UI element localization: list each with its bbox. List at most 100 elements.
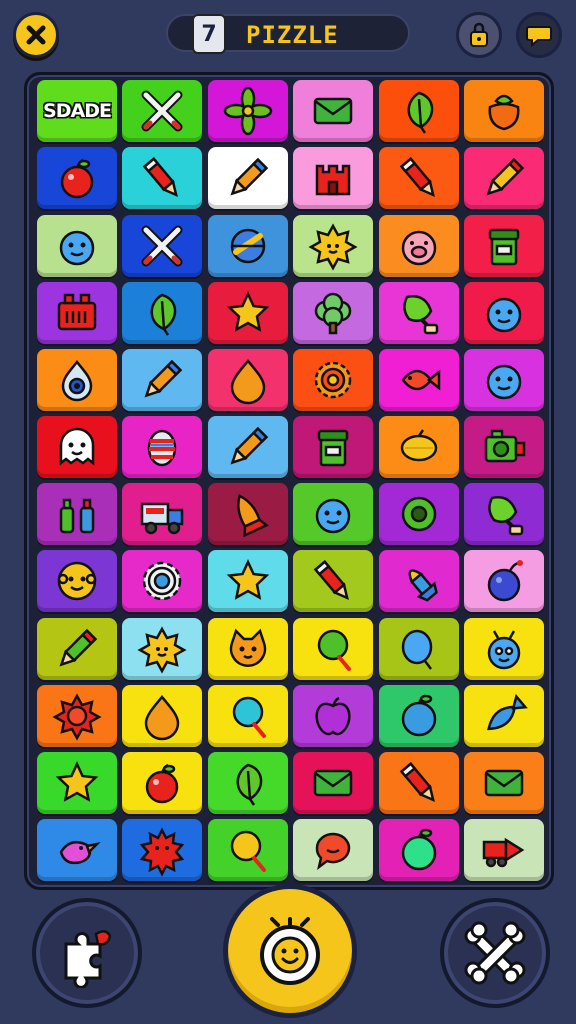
tile-orange-pencil[interactable] — [122, 349, 202, 411]
tile-leaf-cup[interactable] — [464, 483, 544, 545]
tile-blue-truck[interactable] — [122, 483, 202, 545]
tile-blue-blob[interactable] — [293, 483, 373, 545]
tile-crossed-swords[interactable] — [122, 215, 202, 277]
tile-pink-bird[interactable] — [37, 819, 117, 881]
tile-orange-fruit[interactable] — [464, 80, 544, 142]
tile-orange-gear[interactable] — [293, 349, 373, 411]
tile-orange-drop[interactable] — [208, 349, 288, 411]
close-button[interactable] — [13, 12, 59, 58]
tile-leaf-cup[interactable] — [379, 282, 459, 344]
tile-red-pencil[interactable] — [293, 550, 373, 612]
tile-green-lollipop[interactable] — [293, 618, 373, 680]
pink-bird-icon — [59, 840, 101, 865]
tile-blue-globe[interactable] — [208, 215, 288, 277]
tile-blue-blob[interactable] — [37, 215, 117, 277]
tile-yellow-sun[interactable] — [293, 215, 373, 277]
tile-yellow-sun[interactable] — [122, 618, 202, 680]
top-bar: 7 PIZZLE — [0, 0, 576, 70]
lock-button[interactable] — [456, 12, 502, 58]
red-castle-icon — [315, 164, 351, 196]
tile-green-leaf[interactable] — [122, 282, 202, 344]
tile-red-pencil[interactable] — [379, 147, 459, 209]
tile-striped-egg[interactable] — [122, 416, 202, 478]
blue-truck-icon — [140, 502, 184, 535]
tile-brush-rocket[interactable] — [379, 550, 459, 612]
blue-fish-icon — [487, 693, 528, 731]
tile-two-bottles[interactable] — [37, 483, 117, 545]
tile-text-tile[interactable]: SDADE — [37, 80, 117, 142]
hint-bomb-button[interactable] — [223, 884, 357, 1018]
tile-green-envelope[interactable] — [464, 752, 544, 814]
tile-white-gear[interactable] — [122, 550, 202, 612]
tile-purple-apple[interactable] — [293, 685, 373, 747]
striped-egg-icon — [147, 429, 177, 467]
yellow-pencil-icon — [486, 157, 525, 196]
tile-yellow-star[interactable] — [208, 550, 288, 612]
tile-red-pencil[interactable] — [122, 147, 202, 209]
tile-green-envelope[interactable] — [293, 752, 373, 814]
tile-red-pencil[interactable] — [379, 752, 459, 814]
orange-pencil-icon — [230, 426, 269, 465]
tile-red-arrow-truck[interactable] — [464, 819, 544, 881]
tile-green-jar[interactable] — [464, 215, 544, 277]
crossed-bones-icon — [464, 921, 526, 985]
tile-blue-lollipop[interactable] — [208, 685, 288, 747]
tile-green-envelope[interactable] — [293, 80, 373, 142]
puzzle-piece-button[interactable] — [32, 898, 142, 1008]
tile-tree-bush[interactable] — [293, 282, 373, 344]
tile-green-leaf[interactable] — [208, 752, 288, 814]
tile-blue-bug[interactable] — [464, 618, 544, 680]
tile-yellow-lemon[interactable] — [379, 416, 459, 478]
tile-yellow-pencil[interactable] — [464, 147, 544, 209]
red-pencil-icon — [313, 560, 349, 600]
tile-blue-apple[interactable] — [379, 685, 459, 747]
tile-blue-blob[interactable] — [464, 282, 544, 344]
orange-drop-icon — [230, 359, 266, 405]
tile-red-apple[interactable] — [122, 752, 202, 814]
tile-green-apple[interactable] — [379, 819, 459, 881]
tile-pink-pig[interactable] — [379, 215, 459, 277]
tile-yellow-face[interactable] — [37, 550, 117, 612]
puzzle-piece-icon — [64, 930, 112, 988]
green-jar-icon — [488, 228, 520, 266]
tile-red-fish[interactable] — [379, 349, 459, 411]
tile-blue-eye-drop[interactable] — [37, 349, 117, 411]
tile-green-pencil[interactable] — [37, 618, 117, 680]
tile-crossed-swords[interactable] — [122, 80, 202, 142]
leaf-cup-icon — [488, 496, 524, 536]
tile-green-ring[interactable] — [379, 483, 459, 545]
tile-yellow-lollipop[interactable] — [208, 819, 288, 881]
puzzle-board: SDADE — [24, 72, 554, 890]
tile-red-castle[interactable] — [293, 147, 373, 209]
orange-rocket-icon — [237, 494, 269, 538]
orange-fruit-icon — [488, 94, 520, 131]
tile-blue-drop[interactable] — [379, 618, 459, 680]
tile-red-sun[interactable] — [37, 685, 117, 747]
tile-green-jar[interactable] — [293, 416, 373, 478]
two-bottles-icon — [59, 498, 95, 534]
tile-blue-bomb[interactable] — [464, 550, 544, 612]
chat-button[interactable] — [516, 12, 562, 58]
green-camera-icon — [484, 429, 526, 463]
yellow-lemon-icon — [400, 429, 438, 462]
tile-red-chat[interactable] — [293, 819, 373, 881]
tile-yellow-star[interactable] — [37, 752, 117, 814]
tile-red-apple[interactable] — [37, 147, 117, 209]
tile-blue-fish[interactable] — [464, 685, 544, 747]
tile-orange-cat[interactable] — [208, 618, 288, 680]
tile-orange-rocket[interactable] — [208, 483, 288, 545]
tile-orange-drop[interactable] — [122, 685, 202, 747]
tile-blue-blob[interactable] — [464, 349, 544, 411]
tile-white-ghost[interactable] — [37, 416, 117, 478]
tile-orange-pencil[interactable] — [208, 416, 288, 478]
tile-green-leaf[interactable] — [379, 80, 459, 142]
tile-leaf-flower[interactable] — [208, 80, 288, 142]
crossed-bones-button[interactable] — [440, 898, 550, 1008]
tile-yellow-star[interactable] — [208, 282, 288, 344]
tile-red-spiky[interactable] — [122, 819, 202, 881]
tile-orange-pencil[interactable] — [208, 147, 288, 209]
tile-green-camera[interactable] — [464, 416, 544, 478]
tile-red-machine[interactable] — [37, 282, 117, 344]
green-envelope-icon — [313, 769, 353, 797]
green-envelope-icon — [484, 769, 524, 797]
